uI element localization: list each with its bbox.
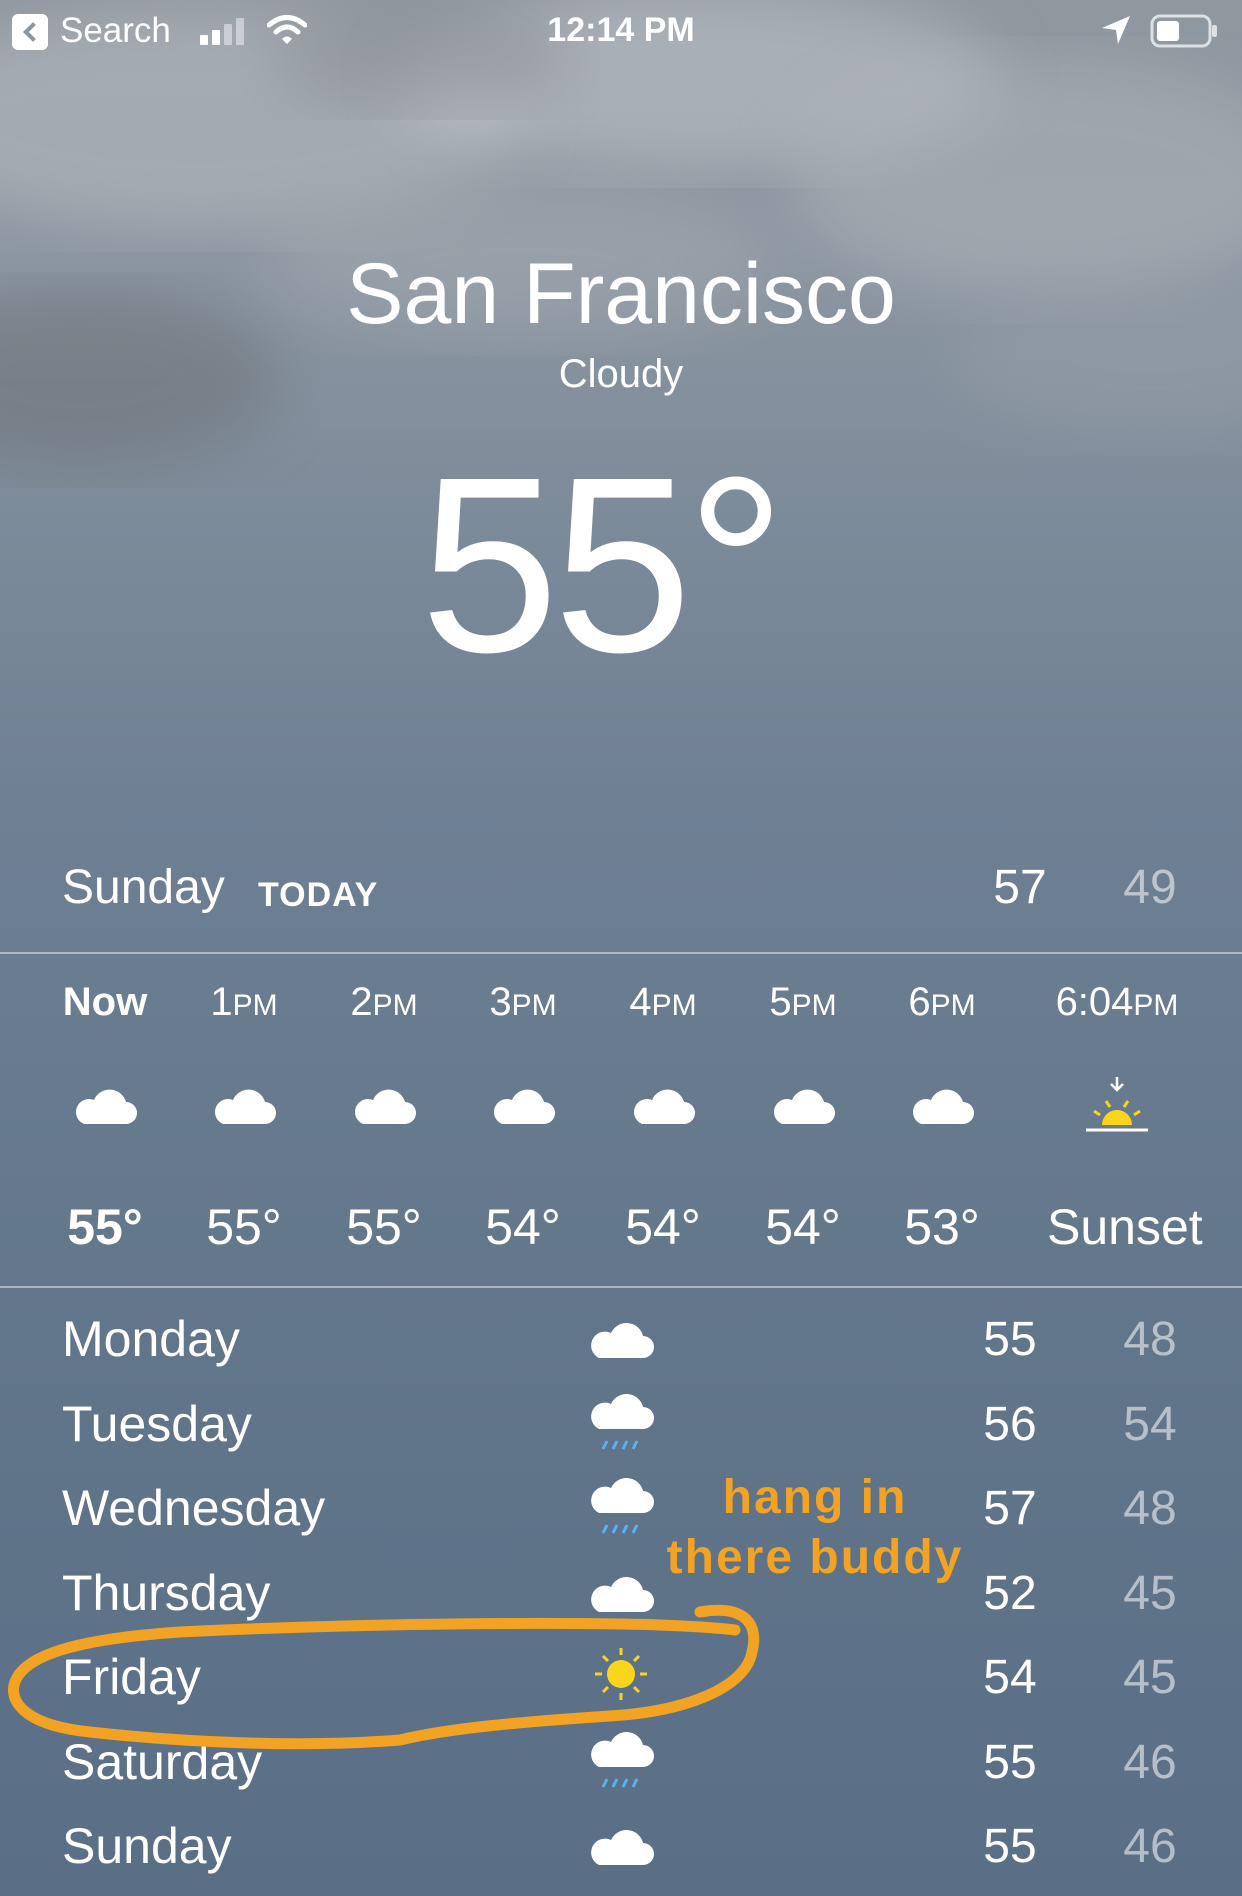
- clock-time: 12:14 PM: [547, 11, 695, 49]
- hour-time: 5: [769, 980, 792, 1024]
- cloud-icon: [774, 1089, 835, 1124]
- hourly-item: 3PM 54°: [453, 980, 593, 1270]
- location-arrow-icon: [1102, 16, 1130, 44]
- hour-ampm: PM: [372, 989, 418, 1022]
- hour-ampm: PM: [791, 989, 837, 1022]
- hour-temperature: 55°: [346, 1199, 422, 1255]
- day-high: 55: [983, 1820, 1037, 1873]
- day-low: 48: [1123, 1313, 1177, 1366]
- sun-icon: [595, 1648, 647, 1700]
- current-temperature: 55°: [420, 425, 786, 704]
- day-name: Thursday: [62, 1565, 271, 1621]
- status-bar: Search 12:14 PM: [0, 0, 1242, 62]
- hourly-item: 6PM 53°: [872, 980, 1012, 1270]
- daily-row-wednesday: Wednesday 57 48: [0, 1469, 1242, 1539]
- day-low: 48: [1123, 1482, 1177, 1535]
- hour-time: 6: [908, 980, 931, 1024]
- day-name: Tuesday: [62, 1396, 252, 1452]
- sunset-icon: [1086, 1077, 1148, 1132]
- day-name: Wednesday: [62, 1480, 326, 1536]
- cloud-icon: [215, 1089, 276, 1124]
- hour-time: 3: [489, 980, 512, 1024]
- hourly-item: 2PM 55°: [314, 980, 454, 1270]
- cloud-icon: [591, 1577, 654, 1612]
- cloud-icon: [591, 1830, 654, 1865]
- day-high: 57: [983, 1482, 1037, 1535]
- cloud-icon: [76, 1089, 137, 1124]
- annotation-note: hang in there buddy: [650, 1468, 980, 1588]
- hour-temperature: 53°: [904, 1199, 980, 1255]
- today-high: 57: [993, 861, 1047, 914]
- today-low: 49: [1123, 861, 1177, 914]
- day-low: 46: [1123, 1820, 1177, 1873]
- annotation-line-1: hang in: [722, 1471, 908, 1524]
- hour-ampm: PM: [1133, 989, 1179, 1022]
- hourly-forecast[interactable]: Now 55° 1PM 55° 2PM 55° 3PM 54° 4PM 54° …: [0, 980, 1242, 1270]
- cloud-icon: [591, 1323, 654, 1358]
- daily-row-monday: Monday 55 48: [0, 1300, 1242, 1370]
- annotation-line-2: there buddy: [666, 1531, 964, 1584]
- cloud-rain-icon: [591, 1732, 654, 1788]
- today-summary-row: Sunday TODAY 57 49: [0, 860, 1242, 920]
- day-high: 56: [983, 1398, 1037, 1451]
- hourly-item: 4PM 54°: [593, 980, 733, 1270]
- day-high: 55: [983, 1736, 1037, 1789]
- cloud-icon: [355, 1089, 416, 1124]
- cloud-icon: [913, 1089, 974, 1124]
- divider-top: [0, 952, 1242, 954]
- day-low: 45: [1123, 1651, 1177, 1704]
- cloud-icon: [634, 1089, 695, 1124]
- day-name: Friday: [62, 1649, 201, 1705]
- current-condition: Cloudy: [558, 352, 684, 396]
- battery-icon: [1150, 14, 1217, 48]
- day-low: 46: [1123, 1736, 1177, 1789]
- day-high: 52: [983, 1567, 1037, 1620]
- hour-time: 1: [210, 980, 233, 1024]
- divider-bottom: [0, 1286, 1242, 1288]
- hour-ampm: PM: [930, 989, 976, 1022]
- hour-temperature: 55°: [67, 1199, 143, 1255]
- hour-temperature: 54°: [765, 1199, 841, 1255]
- day-name: Sunday: [62, 1818, 232, 1874]
- hour-time: 2: [350, 980, 373, 1024]
- cloud-icon: [494, 1089, 555, 1124]
- hourly-item: 1PM 55°: [174, 980, 314, 1270]
- cloud-rain-icon: [591, 1394, 654, 1450]
- day-low: 54: [1123, 1398, 1177, 1451]
- sunset-label: Sunset: [1047, 1199, 1203, 1255]
- day-high: 55: [983, 1313, 1037, 1366]
- hour-temperature: 54°: [485, 1199, 561, 1255]
- day-name: Monday: [62, 1311, 240, 1367]
- daily-row-sunday: Sunday 55 46: [0, 1807, 1242, 1877]
- day-name: Saturday: [62, 1734, 263, 1790]
- daily-row-friday: Friday 54 45: [0, 1638, 1242, 1708]
- hourly-item-sunset: 6:04PM Sunset: [1047, 980, 1203, 1270]
- hour-time: Now: [62, 980, 148, 1024]
- hourly-item: 5PM 54°: [733, 980, 873, 1270]
- daily-row-thursday: Thursday 52 45: [0, 1554, 1242, 1624]
- hour-temperature: 55°: [206, 1199, 282, 1255]
- city-name: San Francisco: [346, 246, 896, 342]
- hourly-item: Now 55°: [35, 980, 175, 1270]
- today-tag: TODAY: [258, 876, 379, 914]
- hour-temperature: 54°: [625, 1199, 701, 1255]
- daily-row-tuesday: Tuesday 56 54: [0, 1385, 1242, 1455]
- hour-ampm: PM: [232, 989, 278, 1022]
- cloud-rain-icon: [591, 1478, 654, 1534]
- hour-ampm: PM: [651, 989, 697, 1022]
- hour-ampm: PM: [511, 989, 557, 1022]
- day-low: 45: [1123, 1567, 1177, 1620]
- hour-time: 4: [629, 980, 652, 1024]
- day-high: 54: [983, 1651, 1037, 1704]
- daily-row-saturday: Saturday 55 46: [0, 1723, 1242, 1793]
- hour-time: 6:04: [1055, 980, 1134, 1024]
- today-day-name: Sunday: [62, 861, 225, 914]
